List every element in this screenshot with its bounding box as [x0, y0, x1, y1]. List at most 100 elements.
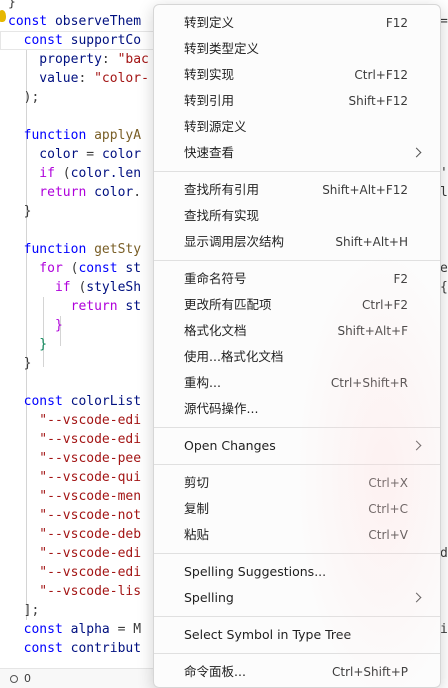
code-line[interactable]: ];: [8, 601, 40, 620]
code-token: const: [8, 641, 71, 656]
menu-item-shortcut: Shift+F12: [348, 94, 408, 108]
menu-item[interactable]: 复制 Ctrl+C: [154, 496, 440, 522]
menu-item-label: Select Symbol in Type Tree: [184, 627, 352, 642]
code-token: st: [125, 261, 142, 276]
menu-separator: [154, 427, 440, 428]
menu-item-shortcut: Ctrl+F2: [362, 298, 408, 312]
code-line[interactable]: return color.: [8, 183, 141, 202]
code-token: alpha: [70, 622, 110, 637]
code-token: "--vscode-qui: [8, 470, 142, 485]
code-token: :: [78, 71, 95, 86]
code-line[interactable]: "--vscode-not: [8, 506, 141, 525]
code-token: styleSh: [86, 280, 142, 295]
menu-separator: [154, 171, 440, 172]
menu-item[interactable]: Open Changes: [154, 433, 440, 459]
menu-item-label: 转到引用: [184, 93, 235, 108]
code-line[interactable]: "--vscode-edi: [8, 411, 141, 430]
code-line[interactable]: return st: [8, 297, 141, 316]
code-line[interactable]: const alpha = M: [8, 620, 141, 639]
menu-item-label: 快速查看: [184, 145, 235, 160]
menu-item[interactable]: 更改所有匹配项 Ctrl+F2: [154, 292, 440, 318]
menu-item[interactable]: 格式化文档 Shift+Alt+F: [154, 318, 440, 344]
code-line[interactable]: "--vscode-qui: [8, 468, 141, 487]
code-line[interactable]: "--vscode-edi: [8, 430, 141, 449]
code-line[interactable]: const colorList: [8, 392, 141, 411]
code-token: "--vscode-edi: [8, 565, 142, 580]
menu-item[interactable]: 转到定义 F12: [154, 10, 440, 36]
menu-item[interactable]: 重构... Ctrl+Shift+R: [154, 370, 440, 396]
code-line[interactable]: "--vscode-men: [8, 487, 141, 506]
menu-item[interactable]: 查找所有实现: [154, 203, 440, 229]
code-token: color: [94, 185, 134, 200]
code-token: "--vscode-not: [8, 508, 142, 523]
menu-item[interactable]: 查找所有引用 Shift+Alt+F12: [154, 177, 440, 203]
code-token: const: [8, 33, 71, 48]
code-line[interactable]: if (color.len: [8, 164, 141, 183]
code-line[interactable]: "--vscode-lis: [8, 582, 141, 601]
code-token: .: [133, 185, 142, 200]
code-line[interactable]: }: [8, 202, 32, 221]
ports-count[interactable]: 0: [24, 672, 31, 685]
code-line[interactable]: "--vscode-deb: [8, 525, 141, 544]
code-line[interactable]: );: [8, 88, 40, 107]
code-token: "--vscode-edi: [8, 413, 142, 428]
code-token: "--vscode-men: [8, 489, 142, 504]
code-line[interactable]: function applyA: [8, 126, 141, 145]
menu-item[interactable]: 命令面板... Ctrl+Shift+P: [154, 659, 440, 685]
code-line[interactable]: property: "bac: [8, 50, 149, 69]
menu-item-label: 查找所有实现: [184, 208, 260, 223]
menu-separator: [154, 260, 440, 261]
menu-item[interactable]: Spelling Suggestions...: [154, 559, 440, 585]
code-fragment: ir: [440, 622, 448, 637]
code-fragment: e: [440, 261, 448, 276]
menu-item[interactable]: 使用...格式化文档: [154, 344, 440, 370]
code-line[interactable]: color = color: [8, 145, 141, 164]
code-token: :: [101, 52, 118, 67]
code-line[interactable]: "--vscode-edi: [8, 544, 141, 563]
code-token: const: [8, 394, 71, 409]
menu-item[interactable]: 快速查看: [154, 140, 440, 166]
code-line[interactable]: }: [8, 0, 16, 12]
menu-item[interactable]: 粘贴 Ctrl+V: [154, 522, 440, 548]
menu-item[interactable]: 剪切 Ctrl+X: [154, 470, 440, 496]
menu-item[interactable]: 重命名符号 F2: [154, 266, 440, 292]
chevron-right-icon: [411, 147, 422, 158]
code-line[interactable]: }: [8, 335, 47, 354]
menu-item-shortcut: Shift+Alt+F: [337, 324, 408, 338]
code-token: function: [8, 128, 95, 143]
ports-icon[interactable]: [8, 674, 20, 684]
menu-item[interactable]: 转到源定义: [154, 114, 440, 140]
menu-item-label: 更改所有匹配项: [184, 297, 272, 312]
code-line[interactable]: "--vscode-edi: [8, 563, 141, 582]
menu-item-label: 粘贴: [184, 527, 210, 542]
menu-item[interactable]: 转到类型定义: [154, 36, 440, 62]
menu-item[interactable]: Select Symbol in Type Tree: [154, 622, 440, 648]
lightbulb-icon[interactable]: [0, 10, 6, 22]
menu-item[interactable]: 转到引用 Shift+F12: [154, 88, 440, 114]
menu-item-label: 重构...: [184, 375, 221, 390]
code-line[interactable]: }: [8, 354, 32, 373]
code-line[interactable]: "--vscode-pee: [8, 449, 141, 468]
menu-item[interactable]: 源代码操作...: [154, 396, 440, 422]
code-token: "--vscode-pee: [8, 451, 142, 466]
menu-item-label: 转到源定义: [184, 119, 247, 134]
code-fragment: =: [440, 14, 448, 29]
code-line[interactable]: const observeThem: [8, 12, 141, 31]
menu-item[interactable]: 转到实现 Ctrl+F12: [154, 62, 440, 88]
code-token: }: [8, 356, 32, 371]
chevron-right-icon: [411, 440, 422, 451]
code-line[interactable]: value: "color-: [8, 69, 149, 88]
code-line[interactable]: for (const st: [8, 259, 141, 278]
code-line[interactable]: }: [8, 316, 63, 335]
code-token: = M: [109, 622, 142, 637]
code-line[interactable]: const supportCo: [8, 31, 141, 50]
code-line[interactable]: function getSty: [8, 240, 141, 259]
code-line[interactable]: if (styleSh: [8, 278, 141, 297]
menu-item-shortcut: Ctrl+X: [368, 476, 408, 490]
code-token: }: [8, 0, 16, 10]
code-line[interactable]: const contribut: [8, 639, 141, 658]
code-token: color: [8, 147, 79, 162]
menu-item[interactable]: Spelling: [154, 585, 440, 611]
menu-item[interactable]: 显示调用层次结构 Shift+Alt+H: [154, 229, 440, 255]
menu-separator: [154, 616, 440, 617]
